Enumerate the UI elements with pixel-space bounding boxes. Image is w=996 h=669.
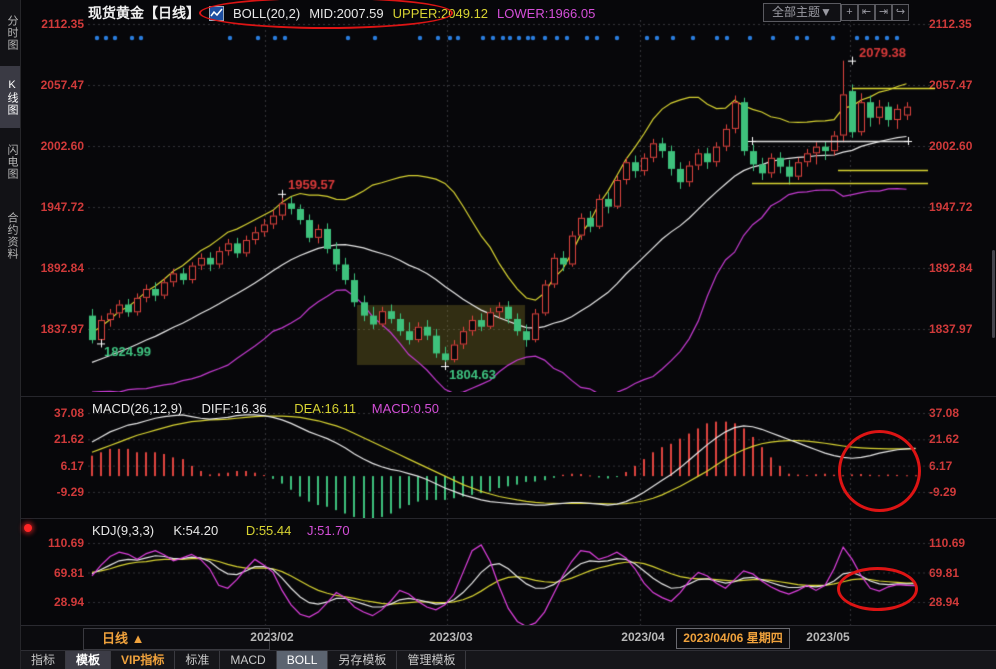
tab-3[interactable]: VIP指标 xyxy=(111,651,176,669)
kdj-name: KDJ(9,3,3) K:54.20 xyxy=(92,523,219,538)
kdj-j-value: J:51.70 xyxy=(307,523,350,538)
kdj-panel-header: KDJ(9,3,3) K:54.20 D:55.44 J:51.70 xyxy=(92,523,362,538)
crosshair-icon[interactable]: + xyxy=(841,4,858,21)
trading-app-window: 分时图 K线图 闪电图 合约资料 现货黄金【日线】 BOLL(20,2) MID:20… xyxy=(0,0,996,669)
sidebar-item-4[interactable]: 合约资料 xyxy=(0,198,20,274)
period-label: 日线 ▲ xyxy=(102,631,145,646)
tab-7[interactable]: 另存模板 xyxy=(328,651,398,669)
crosshair-date-badge: 2023/04/06 星期四 xyxy=(676,628,790,649)
date-axis-row: 日线 ▲ 2023/02 2023/03 2023/04 2023/05 2023/0… xyxy=(21,625,996,650)
macd-axis-label-left: 6.17 xyxy=(60,458,84,473)
boll-indicator-label: BOLL(20,2) xyxy=(233,5,301,21)
shift-right-icon[interactable]: ⇥ xyxy=(875,4,892,21)
tab-5[interactable]: MACD xyxy=(220,651,277,669)
tab-6[interactable]: BOLL xyxy=(276,651,329,669)
macd-axis-label-left: 21.62 xyxy=(53,432,84,447)
sidebar-item-2[interactable]: K线图 xyxy=(0,66,20,128)
macd-name: MACD(26,12,9) DIFF:16.36 xyxy=(92,401,267,416)
date-tick-label: 2023/05 xyxy=(806,630,850,644)
period-selector[interactable]: 日线 ▲ xyxy=(83,628,270,650)
macd-macd-value: MACD:0.50 xyxy=(371,401,439,416)
bottom-tab-bar: 指标 模板 VIP指标 标准 MACD BOLL 另存模板 管理模板 xyxy=(21,650,996,669)
boll-mid-value: MID:2007.59 xyxy=(309,5,384,21)
price-axis-label-left: 1892.84 xyxy=(40,261,84,275)
kdj-axis-label-left: 28.94 xyxy=(53,594,84,609)
tab-4[interactable]: 标准 xyxy=(175,651,221,669)
date-tick-label: 2023/04 xyxy=(621,630,665,644)
tab-2[interactable]: 模板 xyxy=(66,651,112,669)
date-tick-label: 2023/03 xyxy=(429,630,473,644)
price-axis-label-left: 2002.60 xyxy=(40,138,84,153)
sidebar-item-3[interactable]: 闪电图 xyxy=(0,132,20,192)
macd-axis-label-left: -9.29 xyxy=(56,484,84,499)
alert-dot xyxy=(24,524,32,532)
left-sidebar: 分时图 K线图闪电图合约资料 xyxy=(0,0,21,669)
panel-separator xyxy=(21,518,996,519)
macd-dea-value: DEA:16.11 xyxy=(294,401,357,416)
kdj-axis-label-left: 110.69 xyxy=(47,536,84,550)
boll-upper-value: UPPER:2049.12 xyxy=(392,5,489,21)
price-axis-label-left: 1837.97 xyxy=(40,322,84,336)
tab-1[interactable]: 指标 xyxy=(21,651,67,669)
tab-8[interactable]: 管理模板 xyxy=(397,651,467,669)
main-chart-canvas[interactable] xyxy=(88,20,940,392)
price-axis-label-left: 2057.47 xyxy=(40,78,84,92)
panel-separator xyxy=(21,396,996,397)
kdj-axis-label-left: 69.81 xyxy=(53,565,84,580)
boll-lower-value: LOWER:1966.05 xyxy=(497,5,596,21)
macd-panel-header: MACD(26,12,9) DIFF:16.36 DEA:16.11 MACD:… xyxy=(92,401,451,416)
price-axis-label-left: 2112.35 xyxy=(41,17,84,31)
shift-left-icon[interactable]: ⇤ xyxy=(858,4,875,21)
macd-chart-canvas[interactable] xyxy=(88,398,940,518)
chart-icon xyxy=(209,5,224,21)
price-axis-label-left: 1947.72 xyxy=(40,200,84,214)
scrollbar[interactable] xyxy=(992,250,995,338)
macd-axis-label-left: 37.08 xyxy=(53,406,84,420)
sidebar-item-1[interactable]: 分时图 xyxy=(0,4,20,62)
date-tick-label: 2023/02 xyxy=(250,630,294,644)
exit-icon[interactable]: ↪ xyxy=(892,4,909,21)
kdj-d-value: D:55.44 xyxy=(245,523,292,538)
